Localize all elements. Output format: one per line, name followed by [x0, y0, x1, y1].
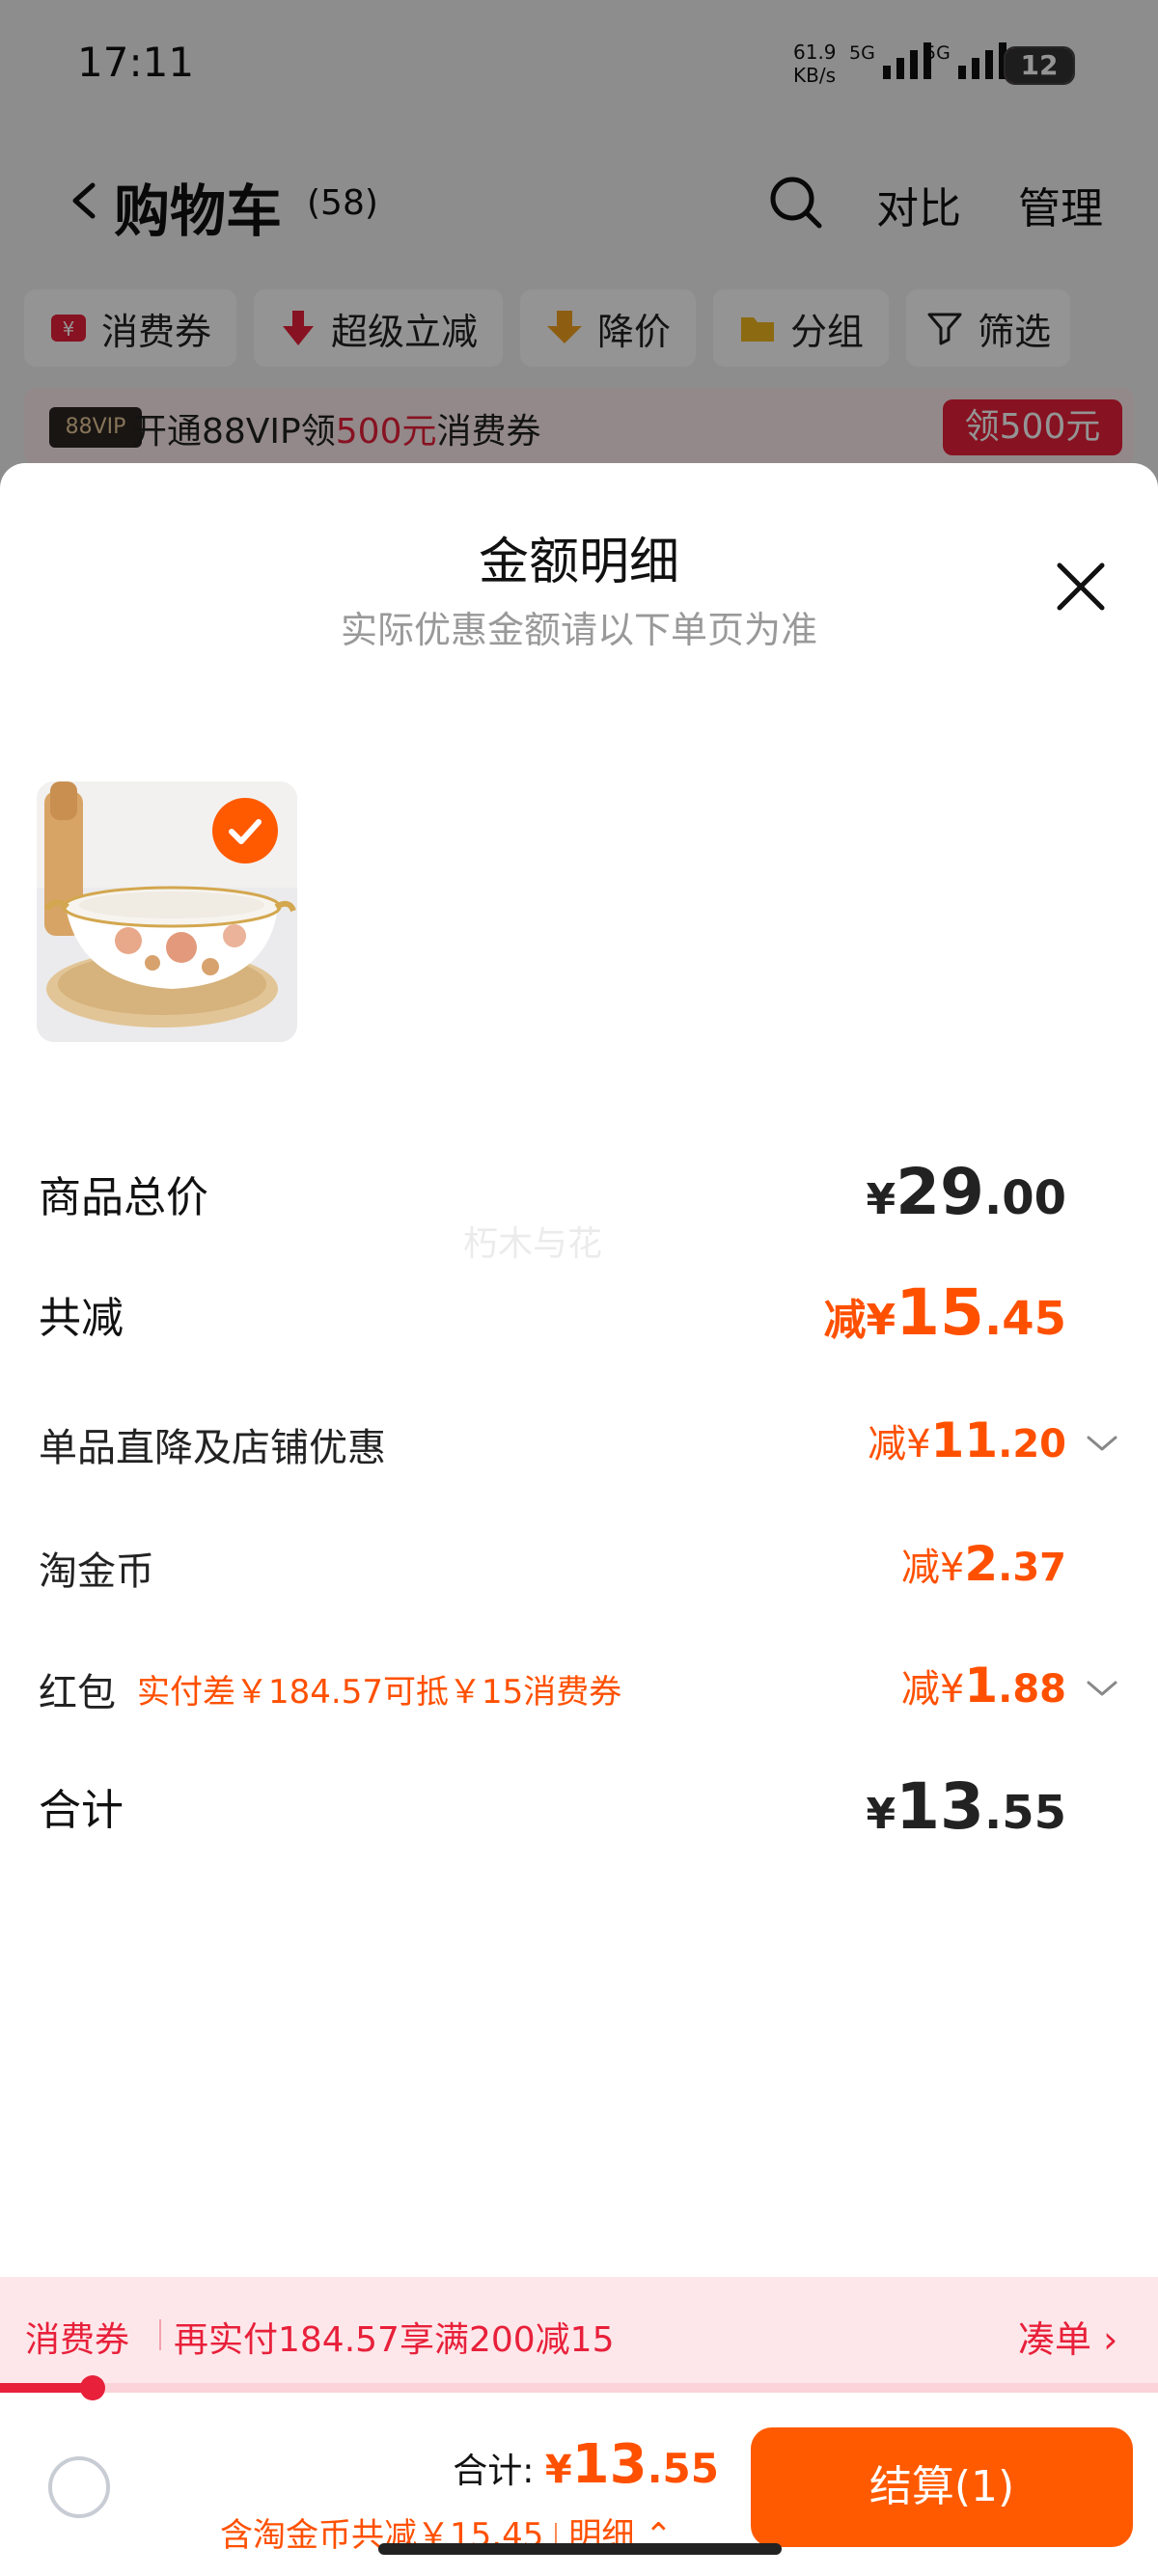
select-all-radio[interactable] [48, 2456, 110, 2518]
coins-label: 淘金币 [39, 1549, 154, 1594]
shop-discount-label: 单品直降及店铺优惠 [39, 1426, 386, 1470]
red-packet-value: 减¥1.88 [900, 1658, 1066, 1713]
red-packet-note: 实付差￥184.57可抵￥15消费券 [137, 1673, 622, 1712]
sum-value: ¥13.55 [866, 1769, 1066, 1844]
amount-detail-sheet: 金额明细 实际优惠金额请以下单页为准 朽木与花 商品总价 ¥29.00 共减 减… [0, 463, 1158, 2576]
chevron-down-icon[interactable] [1085, 1677, 1119, 1700]
coupon-label: 消费券 [25, 2320, 130, 2360]
row-coins: 淘金币 减¥2.37 [39, 1534, 1119, 1602]
sheet-subtitle: 实际优惠金额请以下单页为准 [340, 609, 817, 651]
chevron-down-icon[interactable] [1085, 1432, 1119, 1455]
coupon-text: 再实付184.57享满200减15 [174, 2320, 615, 2360]
red-packet-label: 红包 [39, 1671, 116, 1715]
checkout-button[interactable]: 结算(1) [751, 2427, 1133, 2547]
divider [159, 2319, 161, 2350]
row-red-packet[interactable]: 红包 实付差￥184.57可抵￥15消费券 减¥1.88 [39, 1656, 1119, 1723]
coins-value: 减¥2.37 [900, 1536, 1066, 1592]
sheet-title: 金额明细 [478, 534, 679, 591]
row-sum: 合计 ¥13.55 [39, 1769, 1119, 1844]
row-total-price: 商品总价 ¥29.00 [39, 1155, 1119, 1230]
total-discount-label: 共减 [39, 1294, 124, 1343]
close-icon[interactable] [1052, 558, 1110, 616]
home-indicator [378, 2543, 782, 2555]
total-price-value: ¥29.00 [866, 1155, 1066, 1229]
total-discount-value: 减¥15.45 [823, 1275, 1066, 1350]
coupon-progress-fill [0, 2383, 93, 2393]
checkout-total: 合计: ¥13.55 [453, 2433, 719, 2496]
total-label: 合计: [453, 2452, 545, 2491]
shop-discount-value: 减¥11.20 [868, 1412, 1066, 1468]
row-total-discount: 共减 减¥15.45 [39, 1275, 1119, 1351]
coupon-bar[interactable]: 消费券 再实付184.57享满200减15 凑单 › [0, 2277, 1158, 2383]
coupon-progress-knob [80, 2375, 105, 2400]
total-amount: ¥13.55 [544, 2433, 719, 2496]
row-shop-discount[interactable]: 单品直降及店铺优惠 减¥11.20 [39, 1411, 1119, 1478]
sum-label: 合计 [39, 1786, 124, 1835]
check-circle-icon[interactable] [210, 796, 280, 865]
coupon-progress-track [0, 2383, 1158, 2393]
total-price-label: 商品总价 [39, 1173, 208, 1222]
add-items-link[interactable]: 凑单 › [1018, 2310, 1117, 2363]
